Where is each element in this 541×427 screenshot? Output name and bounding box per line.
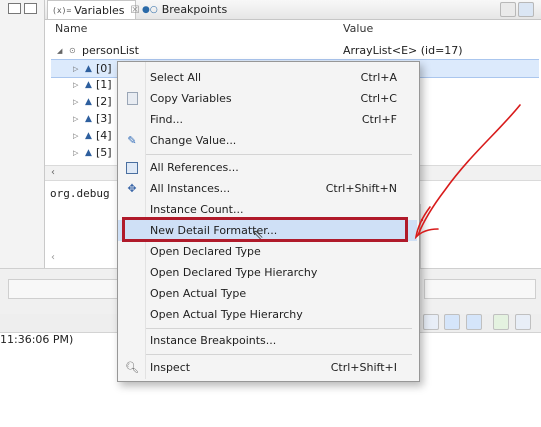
- change-value-icon: ✎: [127, 134, 137, 147]
- menu-item-change-value[interactable]: ✎ Change Value...: [118, 130, 417, 151]
- menu-separator: [146, 354, 412, 355]
- menu-item-all-references[interactable]: All References...: [118, 157, 417, 178]
- field-icon: ▲: [85, 113, 92, 124]
- console-tool-icon[interactable]: [444, 314, 460, 330]
- menu-item-open-actual-type[interactable]: Open Actual Type: [118, 283, 417, 304]
- collapsed-arrow-icon[interactable]: ▷: [73, 149, 85, 157]
- field-icon: ▲: [85, 79, 92, 90]
- menu-item-copy-variables[interactable]: Copy Variables Ctrl+C: [118, 88, 417, 109]
- panel-box: [424, 279, 536, 299]
- toolbar-icon[interactable]: [518, 2, 534, 17]
- object-icon: ⊙: [69, 46, 76, 55]
- instances-icon: ✥: [127, 182, 137, 195]
- field-icon: ▲: [85, 147, 92, 158]
- collapsed-arrow-icon[interactable]: ▷: [73, 98, 85, 106]
- console-tool-icon[interactable]: [423, 314, 439, 330]
- menu-separator: [146, 328, 412, 329]
- collapsed-arrow-icon[interactable]: ▷: [73, 81, 85, 89]
- maximize-button[interactable]: [24, 3, 37, 14]
- variable-name: [3]: [96, 112, 112, 125]
- references-icon: [124, 160, 140, 176]
- variables-icon: (x)=: [52, 5, 72, 15]
- toolbar-icon[interactable]: [500, 2, 516, 17]
- variable-name: [4]: [96, 129, 112, 142]
- menu-item-find[interactable]: Find... Ctrl+F: [118, 109, 417, 130]
- variable-name: [5]: [96, 146, 112, 159]
- tab-breakpoints-label: Breakpoints: [161, 3, 228, 16]
- scroll-left-icon[interactable]: ‹: [51, 167, 55, 178]
- menu-separator: [146, 154, 412, 155]
- menu-item-open-declared-type[interactable]: Open Declared Type: [118, 241, 417, 262]
- scroll-left-icon[interactable]: ‹: [51, 252, 55, 263]
- left-panel: [0, 0, 45, 268]
- annotation-arrow-icon: [414, 104, 521, 240]
- view-tab-bar: (x)= Variables ☒ ●○ Breakpoints: [45, 0, 541, 20]
- console-timestamp: 11:36:06 PM): [0, 333, 74, 346]
- menu-item-select-all[interactable]: Select All Ctrl+A: [118, 67, 417, 88]
- panel-box: [8, 279, 118, 299]
- variable-name: personList: [82, 44, 139, 57]
- close-icon[interactable]: ☒: [131, 5, 140, 16]
- variable-name: [2]: [96, 95, 112, 108]
- variable-name: [0]: [96, 62, 112, 75]
- column-header-value[interactable]: Value: [343, 22, 373, 40]
- menu-item-all-instances[interactable]: ✥ All Instances... Ctrl+Shift+N: [118, 178, 417, 199]
- breakpoints-icon: ●○: [142, 4, 158, 15]
- tree-row[interactable]: ◢ ⊙ personList ArrayList<E> (id=17): [57, 42, 537, 59]
- menu-item-inspect[interactable]: 🔍︎ Inspect Ctrl+Shift+I: [118, 357, 417, 378]
- collapsed-arrow-icon[interactable]: ▷: [73, 65, 85, 73]
- collapsed-arrow-icon[interactable]: ▷: [73, 132, 85, 140]
- tab-variables-label: Variables: [74, 3, 125, 17]
- menu-item-open-declared-type-hierarchy[interactable]: Open Declared Type Hierarchy: [118, 262, 417, 283]
- detail-pane-text: org.debug: [50, 187, 110, 200]
- column-header-name[interactable]: Name: [55, 22, 87, 40]
- console-tool-icon[interactable]: [493, 314, 509, 330]
- field-icon: ▲: [85, 130, 92, 141]
- expanded-arrow-icon[interactable]: ◢: [57, 47, 69, 55]
- console-tool-icon[interactable]: [515, 314, 531, 330]
- copy-icon: [124, 91, 140, 107]
- inspect-icon: 🔍︎: [125, 361, 139, 374]
- tab-breakpoints[interactable]: ●○ Breakpoints: [142, 0, 227, 19]
- field-icon: ▲: [85, 63, 92, 74]
- variable-value: ArrayList<E> (id=17): [343, 44, 463, 57]
- menu-item-instance-breakpoints[interactable]: Instance Breakpoints...: [118, 330, 417, 351]
- tab-variables[interactable]: (x)= Variables ☒: [47, 0, 140, 19]
- highlight-box: [122, 217, 408, 242]
- minimize-button[interactable]: [8, 3, 21, 14]
- field-icon: ▲: [85, 96, 92, 107]
- collapsed-arrow-icon[interactable]: ▷: [73, 115, 85, 123]
- menu-item-open-actual-type-hierarchy[interactable]: Open Actual Type Hierarchy: [118, 304, 417, 325]
- console-tool-icon[interactable]: [466, 314, 482, 330]
- mouse-cursor-icon: ⇖: [252, 227, 264, 243]
- variable-name: [1]: [96, 78, 112, 91]
